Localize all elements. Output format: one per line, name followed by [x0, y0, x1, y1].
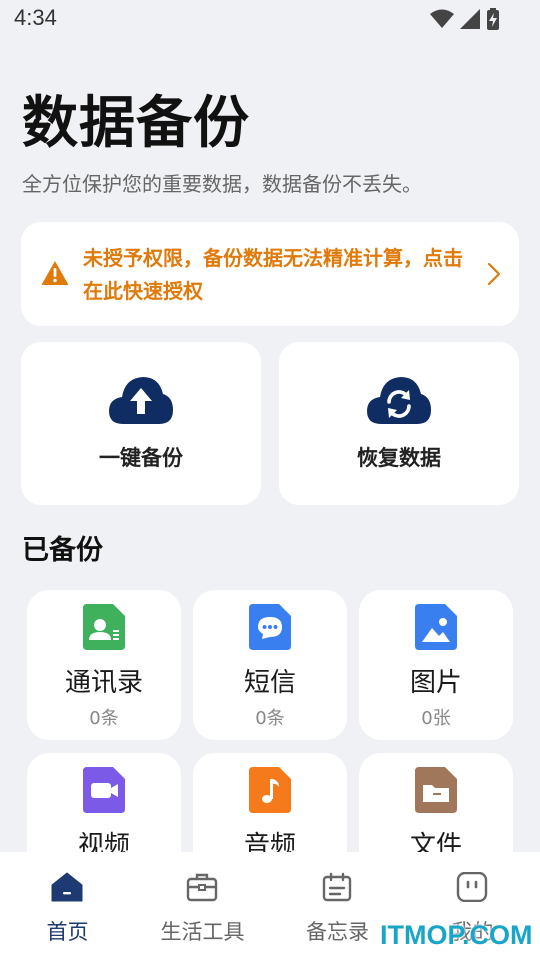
video-icon — [83, 767, 125, 813]
tile-count: 0张 — [421, 708, 451, 729]
restore-data-button[interactable]: 恢复数据 — [279, 342, 519, 505]
status-time: 4:34 — [14, 5, 57, 30]
chevron-right-icon — [487, 262, 501, 286]
wifi-icon — [430, 9, 454, 28]
section-title-backed-up: 已备份 — [22, 535, 103, 566]
picture-icon — [415, 604, 457, 650]
page-subtitle: 全方位保护您的重要数据，数据备份不丢失。 — [22, 172, 422, 196]
tile-name: 通讯录 — [64, 668, 143, 698]
nav-item-life-tools[interactable]: 生活工具 — [135, 852, 270, 960]
tile-name: 短信 — [243, 668, 296, 698]
permission-warning-card[interactable]: 未授予权限，备份数据无法精准计算，点击在此快速授权 — [21, 222, 519, 326]
status-icons — [430, 8, 500, 30]
nav-label: 首页 — [46, 920, 89, 944]
file-icon — [415, 767, 457, 813]
profile-icon — [456, 872, 488, 902]
tile-pictures[interactable]: 图片 0张 — [359, 590, 513, 740]
toolbox-icon — [186, 873, 218, 902]
tile-name: 图片 — [409, 668, 462, 698]
calendar-icon — [322, 872, 352, 902]
tile-count: 0条 — [89, 708, 119, 729]
action-label: 一键备份 — [99, 446, 183, 470]
cloud-upload-icon — [109, 377, 173, 424]
cell-signal-icon — [460, 9, 480, 29]
warning-text: 未授予权限，备份数据无法精准计算，点击在此快速授权 — [83, 246, 463, 303]
cloud-sync-icon — [367, 377, 431, 424]
contacts-icon — [83, 604, 125, 650]
battery-charging-icon — [487, 8, 499, 30]
home-icon — [51, 872, 83, 902]
nav-item-home[interactable]: 首页 — [0, 852, 135, 960]
nav-label: 生活工具 — [160, 920, 245, 944]
tile-count: 0条 — [255, 708, 285, 729]
tile-contacts[interactable]: 通讯录 0条 — [27, 590, 181, 740]
action-label: 恢复数据 — [357, 446, 441, 470]
page-title: 数据备份 — [22, 91, 250, 156]
one-click-backup-button[interactable]: 一键备份 — [21, 342, 261, 505]
sms-icon — [249, 604, 291, 650]
status-bar: 4:34 — [0, 0, 540, 38]
warning-icon — [41, 261, 69, 285]
tile-sms[interactable]: 短信 0条 — [193, 590, 347, 740]
audio-icon — [249, 767, 291, 813]
watermark: ITMOP.COM — [380, 920, 533, 950]
